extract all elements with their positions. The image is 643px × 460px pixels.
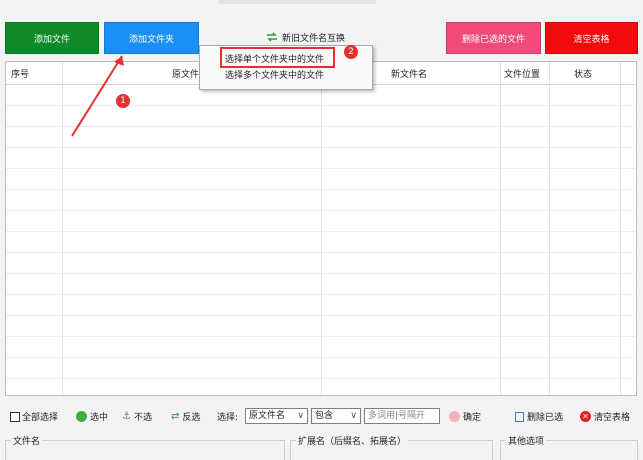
row-divider (6, 294, 636, 295)
row-divider (6, 315, 636, 316)
confirm-icon (449, 411, 460, 422)
match-mode-dropdown[interactable]: 包含 ∨ (311, 408, 361, 424)
match-mode-value: 包含 (315, 411, 334, 421)
column-original-name[interactable]: 原文件 (172, 67, 199, 80)
chevron-down-icon: ∨ (350, 411, 357, 421)
keywords-placeholder: 多词用|号隔开 (368, 411, 426, 421)
close-circle-icon: ✕ (580, 411, 591, 422)
check-label: 选中 (90, 413, 109, 423)
column-divider (620, 62, 621, 395)
select-all-checkbox[interactable]: 全部选择 (10, 410, 58, 423)
checkbox-icon (10, 411, 20, 422)
uncheck-label: 不选 (133, 413, 152, 423)
delete-selected-files-button[interactable]: 删除已选的文件 (446, 22, 541, 54)
invert-button[interactable]: ⇄ 反选 (171, 410, 200, 423)
confirm-button[interactable]: 确定 (449, 410, 481, 423)
column-divider (500, 62, 501, 395)
check-button[interactable]: 选中 (76, 410, 108, 423)
menu-item-multiple-folders[interactable]: 选择多个文件夹中的文件 (200, 68, 372, 84)
uncheck-button[interactable]: ⚓ 不选 (122, 410, 152, 423)
column-status[interactable]: 状态 (574, 67, 592, 80)
delete-selected-label: 删除已选 (527, 413, 564, 423)
invert-label: 反选 (182, 413, 201, 423)
row-divider (6, 147, 636, 148)
annotation-arrow (71, 55, 124, 137)
column-divider (62, 62, 63, 395)
other-options-group-title: 其他选项 (506, 434, 547, 447)
check-circle-icon (76, 411, 87, 422)
filename-group (5, 440, 285, 460)
step-badge-2: 2 (344, 45, 358, 59)
delete-doc-icon (515, 411, 524, 422)
row-divider (6, 336, 636, 337)
row-divider (6, 189, 636, 190)
select-field-value: 原文件名 (249, 411, 286, 421)
column-location[interactable]: 文件位置 (504, 67, 540, 80)
invert-icon: ⇄ (171, 411, 180, 422)
highlight-box (220, 47, 335, 68)
column-divider (321, 62, 322, 395)
chevron-down-icon: ∨ (297, 411, 304, 421)
extension-group-title: 扩展名（后缀名、拓展名） (296, 434, 409, 447)
anchor-icon: ⚓ (122, 411, 131, 422)
filename-group-title: 文件名 (11, 434, 43, 447)
select-label: 选择: (217, 413, 239, 423)
column-index[interactable]: 序号 (11, 67, 29, 80)
keywords-input[interactable]: 多词用|号隔开 (364, 408, 440, 424)
column-new-name[interactable]: 新文件名 (391, 67, 427, 80)
clear-table-label: 清空表格 (594, 413, 631, 423)
confirm-label: 确定 (463, 413, 482, 423)
clear-table-small-button[interactable]: ✕ 清空表格 (580, 410, 630, 423)
swap-names-label: 新旧文件名互换 (282, 33, 346, 44)
top-tab-strip (218, 0, 376, 4)
row-divider (6, 273, 636, 274)
swap-icon (267, 32, 277, 42)
row-divider (6, 231, 636, 232)
select-field-dropdown[interactable]: 原文件名 ∨ (245, 408, 308, 424)
row-divider (6, 378, 636, 379)
step-badge-1: 1 (116, 94, 130, 108)
row-divider (6, 210, 636, 211)
row-divider (6, 357, 636, 358)
clear-table-button[interactable]: 清空表格 (545, 22, 638, 54)
delete-selected-button[interactable]: 删除已选 (515, 410, 563, 423)
row-divider (6, 252, 636, 253)
row-divider (6, 168, 636, 169)
select-all-label: 全部选择 (22, 413, 59, 423)
column-divider (549, 62, 550, 395)
